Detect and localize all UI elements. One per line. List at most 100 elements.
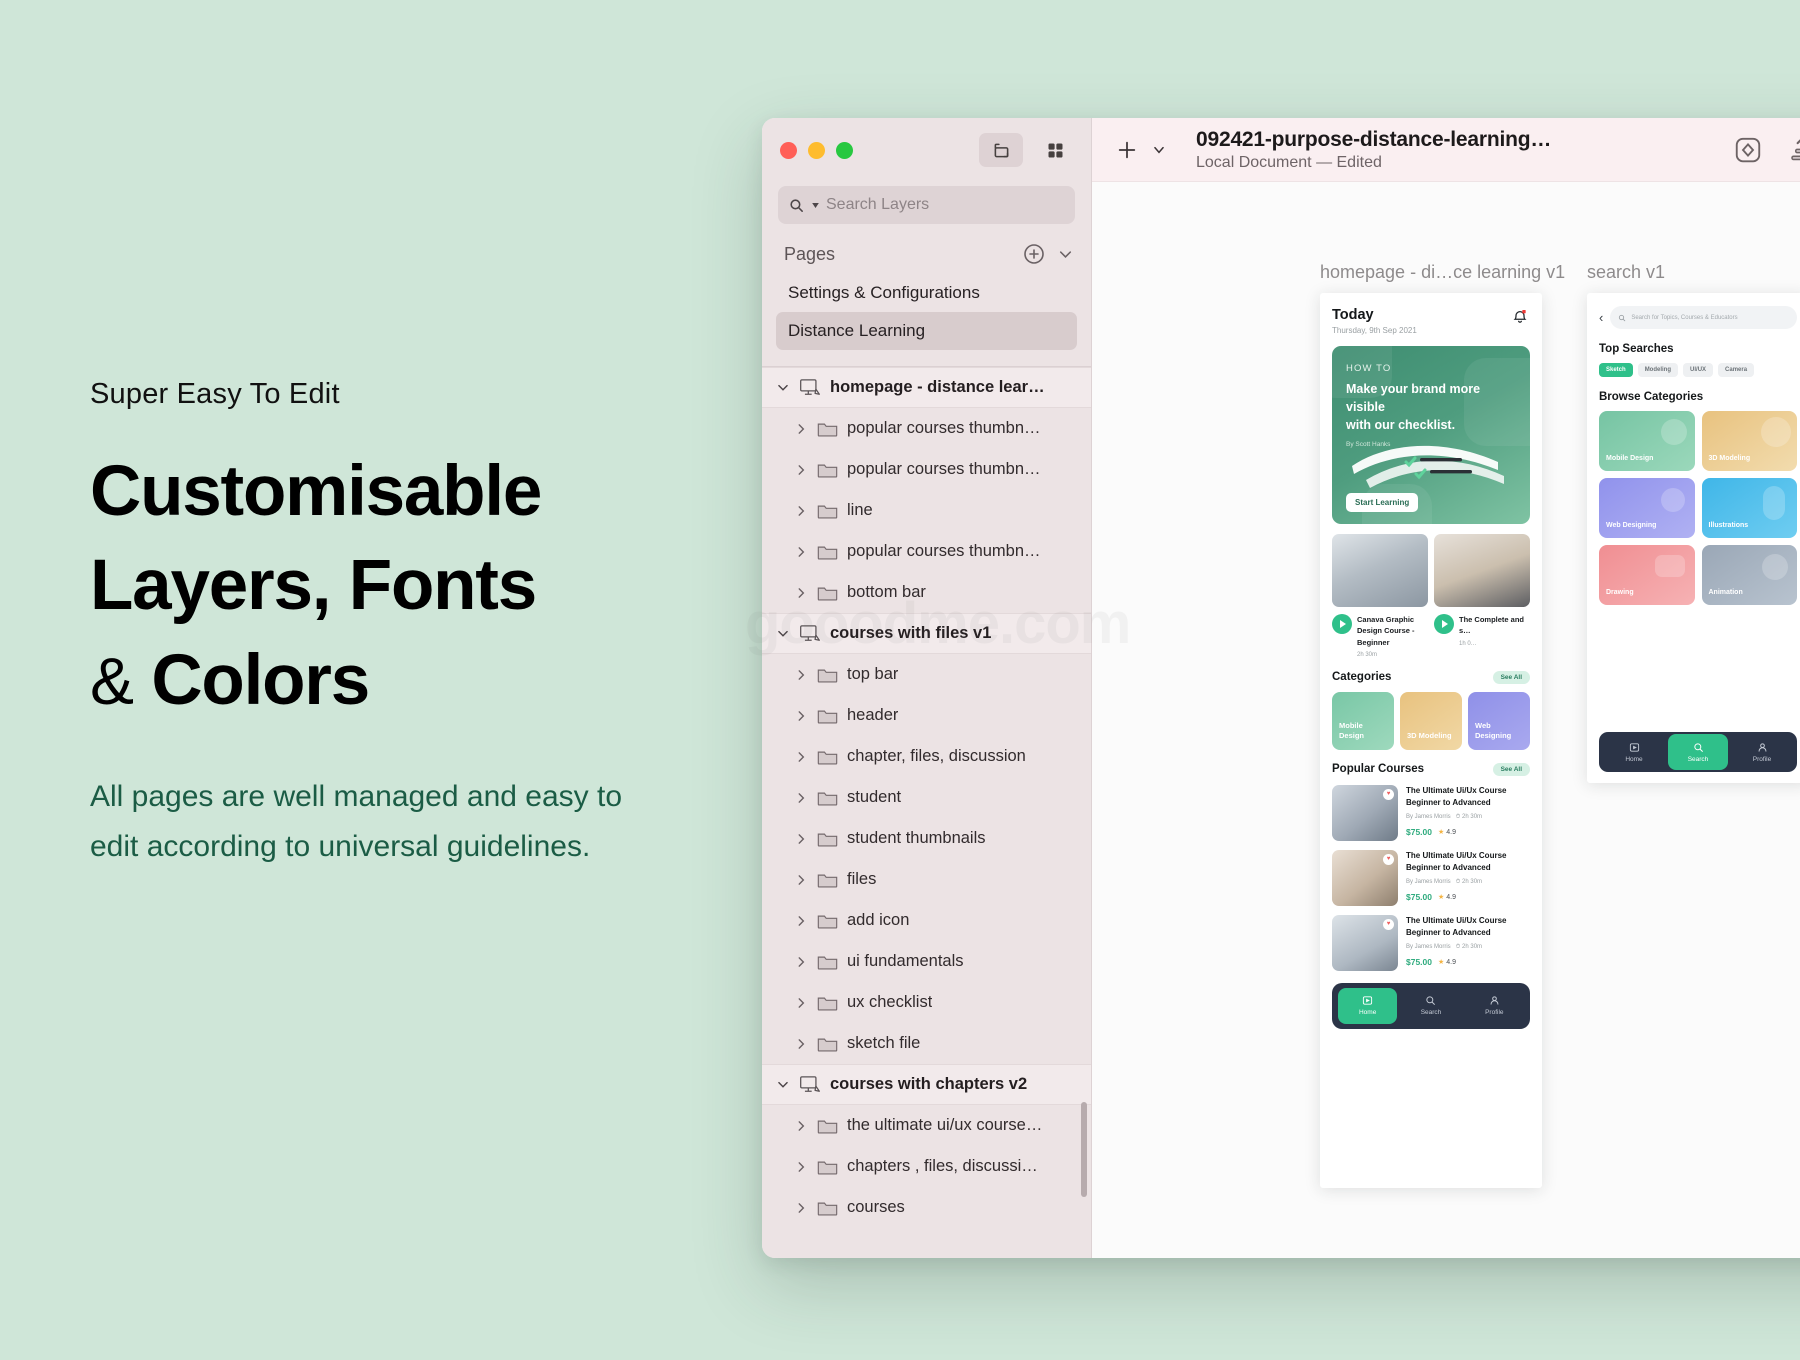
add-page-button[interactable] xyxy=(1022,242,1046,266)
nav-item-search[interactable]: Search xyxy=(1401,988,1460,1024)
chevron-right-icon[interactable] xyxy=(794,955,808,969)
close-window-button[interactable] xyxy=(780,142,797,159)
artboard-view-toggle[interactable] xyxy=(979,133,1023,167)
chevron-right-icon[interactable] xyxy=(794,832,808,846)
layer-row[interactable]: files xyxy=(762,859,1091,900)
hero-card[interactable]: HOW TO Make your brand more visible with… xyxy=(1332,346,1530,524)
nav-item-home[interactable]: Home xyxy=(1338,988,1397,1024)
browse-category-tile[interactable]: Mobile Design xyxy=(1599,411,1695,471)
notification-bell-icon[interactable] xyxy=(1512,309,1528,325)
browse-category-tile[interactable]: 3D Modeling xyxy=(1702,411,1798,471)
back-button[interactable]: ‹ xyxy=(1599,311,1603,324)
favorite-heart-icon[interactable]: ♥ xyxy=(1383,919,1394,930)
browse-category-tile[interactable]: Animation xyxy=(1702,545,1798,605)
popular-see-all-button[interactable]: See All xyxy=(1493,763,1530,776)
chevron-down-icon[interactable] xyxy=(1056,245,1075,264)
minimize-window-button[interactable] xyxy=(808,142,825,159)
chevron-right-icon[interactable] xyxy=(794,463,808,477)
featured-thumbnail[interactable] xyxy=(1434,534,1530,607)
layer-row[interactable]: line xyxy=(762,490,1091,531)
layer-row[interactable]: courses xyxy=(762,1187,1091,1228)
layers-tree[interactable]: homepage - distance lear… popular course… xyxy=(762,367,1091,1258)
featured-thumbnail[interactable] xyxy=(1332,534,1428,607)
search-layers-input[interactable]: Search Layers xyxy=(778,186,1075,224)
traffic-lights[interactable] xyxy=(780,142,853,159)
layer-row[interactable]: add icon xyxy=(762,900,1091,941)
chevron-right-icon[interactable] xyxy=(794,873,808,887)
chevron-right-icon[interactable] xyxy=(794,709,808,723)
layer-row[interactable]: the ultimate ui/ux course… xyxy=(762,1105,1091,1146)
chevron-right-icon[interactable] xyxy=(794,1119,808,1133)
play-button[interactable] xyxy=(1434,614,1454,634)
chevron-right-icon[interactable] xyxy=(794,586,808,600)
layer-artboard-courses-with-chapters[interactable]: courses with chapters v2 xyxy=(762,1064,1091,1105)
chevron-right-icon[interactable] xyxy=(794,914,808,928)
layer-artboard-courses-with-files[interactable]: courses with files v1 xyxy=(762,613,1091,654)
chevron-down-icon[interactable] xyxy=(1152,143,1166,157)
artboard-search[interactable]: search v1 ‹ Search for Topics, Courses &… xyxy=(1587,262,1800,783)
add-artboard-button[interactable] xyxy=(1116,139,1138,161)
chevron-right-icon[interactable] xyxy=(794,996,808,1010)
browse-category-tile[interactable]: Illustrations xyxy=(1702,478,1798,538)
page-item-distance-learning[interactable]: Distance Learning xyxy=(776,312,1077,350)
favorite-heart-icon[interactable]: ♥ xyxy=(1383,854,1394,865)
categories-see-all-button[interactable]: See All xyxy=(1493,671,1530,684)
search-chip[interactable]: Sketch xyxy=(1599,363,1633,377)
chevron-right-icon[interactable] xyxy=(794,1201,808,1215)
category-tile[interactable]: 3D Modeling xyxy=(1400,692,1462,750)
popular-course-row[interactable]: ♥ The Ultimate Ui/Ux Course Beginner to … xyxy=(1332,785,1530,841)
artboard-canvas[interactable]: homepage - di…ce learning v1 Today Thurs… xyxy=(1092,182,1800,1258)
popular-course-thumbnail[interactable]: ♥ xyxy=(1332,785,1398,841)
search-chip[interactable]: Camera xyxy=(1718,363,1754,377)
chevron-right-icon[interactable] xyxy=(794,791,808,805)
nav-item-profile[interactable]: Profile xyxy=(1465,988,1524,1024)
layer-row[interactable]: popular courses thumbn… xyxy=(762,408,1091,449)
featured-course-item[interactable]: The Complete and s… 1h 0… xyxy=(1434,614,1530,658)
search-screen[interactable]: ‹ Search for Topics, Courses & Educators… xyxy=(1587,293,1800,783)
artboard-name-homepage[interactable]: homepage - di…ce learning v1 xyxy=(1320,262,1565,283)
play-button[interactable] xyxy=(1332,614,1352,634)
layer-row[interactable]: top bar xyxy=(762,654,1091,695)
artboard-homepage[interactable]: homepage - di…ce learning v1 Today Thurs… xyxy=(1320,262,1565,1188)
chevron-right-icon[interactable] xyxy=(794,504,808,518)
layer-artboard-homepage[interactable]: homepage - distance lear… xyxy=(762,367,1091,408)
layer-row[interactable]: bottom bar xyxy=(762,572,1091,613)
layer-row[interactable]: ui fundamentals xyxy=(762,941,1091,982)
search-scope-caret-icon[interactable] xyxy=(812,203,819,208)
popular-course-row[interactable]: ♥ The Ultimate Ui/Ux Course Beginner to … xyxy=(1332,850,1530,906)
layer-row[interactable]: chapters , files, discussi… xyxy=(762,1146,1091,1187)
layer-row[interactable]: chapter, files, discussion xyxy=(762,736,1091,777)
chevron-down-icon[interactable] xyxy=(776,627,790,641)
chevron-right-icon[interactable] xyxy=(794,750,808,764)
component-button[interactable] xyxy=(1731,133,1765,167)
search-chip[interactable]: Modeling xyxy=(1638,363,1678,377)
chevron-right-icon[interactable] xyxy=(794,668,808,682)
popular-course-thumbnail[interactable]: ♥ xyxy=(1332,915,1398,971)
featured-course-item[interactable]: Canava Graphic Design Course - Beginner … xyxy=(1332,614,1428,658)
nav-item-search[interactable]: Search xyxy=(1668,734,1728,770)
chevron-down-icon[interactable] xyxy=(776,1078,790,1092)
artboard-name-search[interactable]: search v1 xyxy=(1587,262,1800,283)
export-button[interactable] xyxy=(1785,133,1800,167)
layer-row[interactable]: sketch file xyxy=(762,1023,1091,1064)
chevron-right-icon[interactable] xyxy=(794,1037,808,1051)
chevron-right-icon[interactable] xyxy=(794,422,808,436)
layer-row[interactable]: ux checklist xyxy=(762,982,1091,1023)
layer-row[interactable]: popular courses thumbn… xyxy=(762,531,1091,572)
chevron-right-icon[interactable] xyxy=(794,1160,808,1174)
nav-item-home[interactable]: Home xyxy=(1604,734,1664,770)
popular-course-thumbnail[interactable]: ♥ xyxy=(1332,850,1398,906)
zoom-window-button[interactable] xyxy=(836,142,853,159)
category-tile[interactable]: Web Designing xyxy=(1468,692,1530,750)
homepage-screen[interactable]: Today Thursday, 9th Sep 2021 HOW TO Make… xyxy=(1320,293,1542,1188)
layer-row[interactable]: popular courses thumbn… xyxy=(762,449,1091,490)
popular-course-row[interactable]: ♥ The Ultimate Ui/Ux Course Beginner to … xyxy=(1332,915,1530,971)
chevron-down-icon[interactable] xyxy=(776,381,790,395)
page-item-settings[interactable]: Settings & Configurations xyxy=(776,274,1077,312)
start-learning-button[interactable]: Start Learning xyxy=(1346,493,1418,512)
search-chip[interactable]: UI/UX xyxy=(1683,363,1713,377)
layer-row[interactable]: student thumbnails xyxy=(762,818,1091,859)
nav-item-profile[interactable]: Profile xyxy=(1732,734,1792,770)
category-tile[interactable]: Mobile Design xyxy=(1332,692,1394,750)
browse-category-tile[interactable]: Drawing xyxy=(1599,545,1695,605)
